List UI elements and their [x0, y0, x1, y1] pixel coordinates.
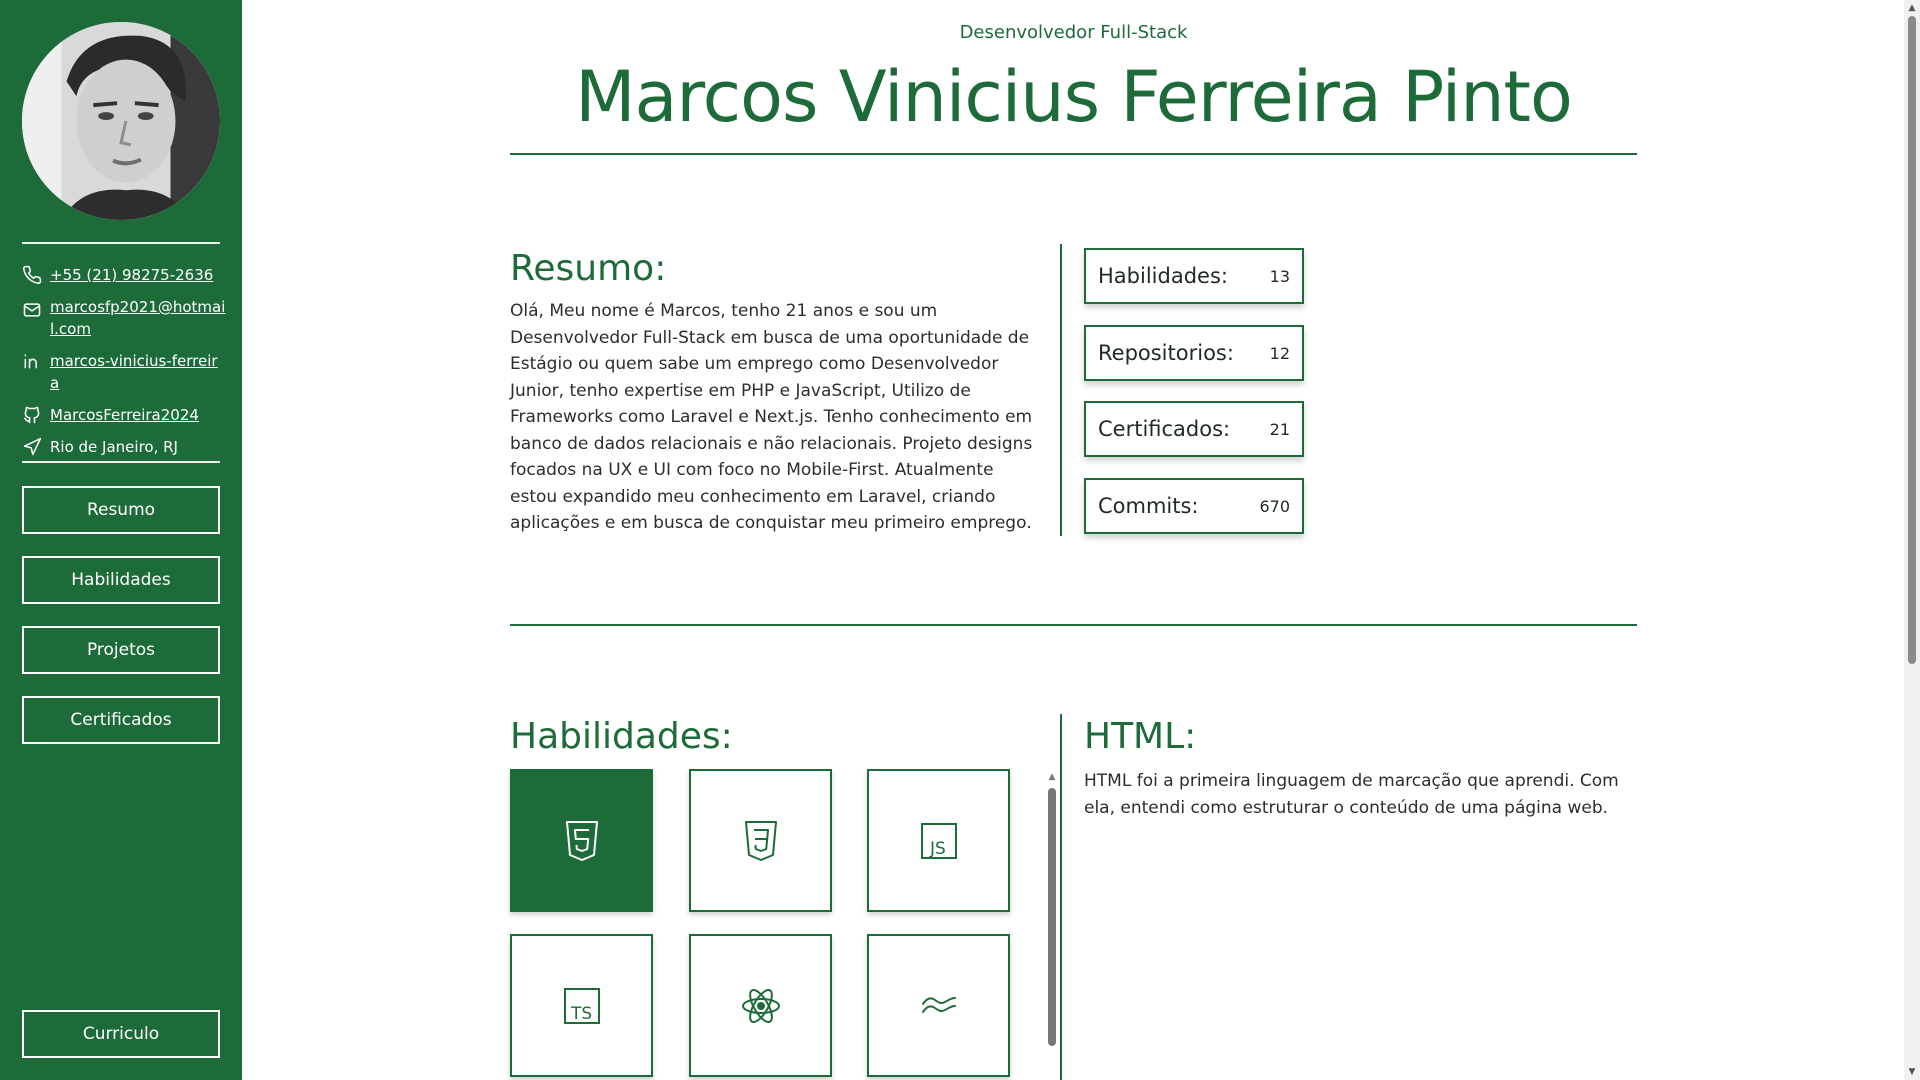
github-icon [22, 405, 42, 425]
contact-linkedin: marcos-vinicius-ferreira [22, 350, 226, 394]
react-icon [741, 988, 780, 1023]
stat-value: 12 [1269, 343, 1290, 363]
section-divider [510, 624, 1637, 626]
skill-typescript[interactable]: TS [510, 934, 653, 1077]
skill-html5[interactable] [510, 769, 653, 912]
skill-react[interactable] [689, 934, 832, 1077]
stat-label: Repositorios: [1098, 341, 1234, 365]
contact-email: marcosfp2021@hotmail.com [22, 296, 226, 340]
stat-certificados: Certificados: 21 [1084, 401, 1304, 457]
detail-text: HTML foi a primeira linguagem de marcaçã… [1084, 771, 1619, 818]
linkedin-link[interactable]: marcos-vinicius-ferreira [50, 350, 226, 394]
stat-label: Commits: [1098, 494, 1199, 518]
skills-scrollbar[interactable]: ▲ [1047, 772, 1057, 1046]
avatar [22, 22, 220, 220]
tailwind-icon [921, 996, 956, 1013]
curriculo-button[interactable]: Curriculo [22, 1010, 220, 1058]
github-link[interactable]: MarcosFerreira2024 [50, 404, 199, 426]
resumo-heading: Resumo: [510, 248, 667, 289]
nav-resumo-button[interactable]: Resumo [22, 486, 220, 534]
stat-label: Certificados: [1098, 417, 1231, 441]
profile-photo [22, 22, 220, 220]
resumo-text: Olá, Meu nome é Marcos, tenho 21 anos e … [510, 301, 1033, 533]
contact-github: MarcosFerreira2024 [22, 404, 226, 426]
page-scrollbar[interactable]: ▲ ▼ [1904, 0, 1920, 1080]
detail-heading: HTML: [1084, 716, 1197, 757]
phone-icon [22, 265, 42, 285]
skills-scroll-thumb[interactable] [1048, 788, 1056, 1046]
resumo-divider [1060, 244, 1062, 536]
svg-text:TS: TS [570, 1004, 592, 1024]
habilidades-divider [1060, 714, 1062, 1080]
page-title: Marcos Vinicius Ferreira Pinto [575, 56, 1573, 138]
sidebar-divider [22, 242, 220, 244]
contact-list: +55 (21) 98275-2636 marcosfp2021@hotmail… [22, 264, 226, 468]
stat-commits: Commits: 670 [1084, 478, 1304, 534]
contact-location: Rio de Janeiro, RJ [22, 436, 226, 458]
scroll-down-icon[interactable]: ▼ [1904, 1064, 1920, 1080]
navigation-icon [22, 437, 42, 457]
contact-phone: +55 (21) 98275-2636 [22, 264, 226, 286]
scroll-up-icon[interactable]: ▲ [1904, 0, 1920, 16]
skill-tailwind[interactable] [867, 934, 1010, 1077]
css3-icon [744, 820, 777, 861]
page-scroll-thumb[interactable] [1908, 16, 1916, 664]
linkedin-icon [22, 351, 42, 371]
sidebar: +55 (21) 98275-2636 marcosfp2021@hotmail… [0, 0, 242, 1080]
habilidades-heading: Habilidades: [510, 716, 733, 757]
location-text: Rio de Janeiro, RJ [50, 438, 178, 456]
header-divider [510, 153, 1637, 155]
stat-value: 670 [1259, 496, 1290, 516]
mail-icon [22, 300, 42, 320]
scroll-up-arrow-icon[interactable]: ▲ [1047, 772, 1057, 782]
sidebar-divider [22, 461, 220, 463]
stat-repositorios: Repositorios: 12 [1084, 325, 1304, 381]
role-subtitle: Desenvolvedor Full-Stack [959, 22, 1188, 43]
nav-habilidades-button[interactable]: Habilidades [22, 556, 220, 604]
stat-label: Habilidades: [1098, 264, 1228, 288]
stat-value: 21 [1269, 419, 1290, 439]
svg-text:JS: JS [929, 839, 946, 859]
skill-css3[interactable] [689, 769, 832, 912]
nav-certificados-button[interactable]: Certificados [22, 696, 220, 744]
typescript-icon: TS [563, 987, 600, 1024]
email-link[interactable]: marcosfp2021@hotmail.com [50, 296, 226, 340]
html5-icon [565, 820, 598, 861]
nav-projetos-button[interactable]: Projetos [22, 626, 220, 674]
phone-link[interactable]: +55 (21) 98275-2636 [50, 264, 213, 286]
stat-value: 13 [1269, 266, 1290, 286]
stat-habilidades: Habilidades: 13 [1084, 248, 1304, 304]
skill-javascript[interactable]: JS [867, 769, 1010, 912]
javascript-icon: JS [920, 822, 957, 859]
